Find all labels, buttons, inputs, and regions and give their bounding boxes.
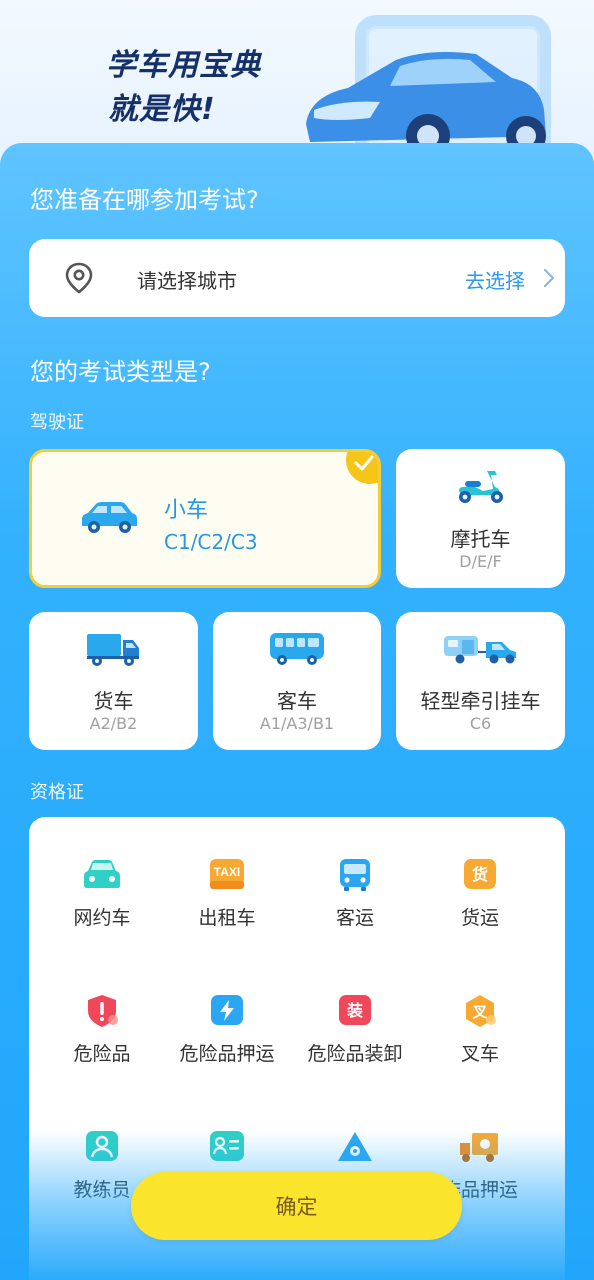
city-placeholder: 请选择城市 xyxy=(137,269,237,293)
location-pin-icon xyxy=(65,262,93,294)
qual-item-hazardous[interactable]: 危险品 xyxy=(35,993,169,1066)
coach-icon xyxy=(86,1131,118,1161)
passenger-bus-icon xyxy=(340,859,370,891)
qual-item-id-card[interactable] xyxy=(160,1129,294,1175)
section-label-qualification: 资格证 xyxy=(30,782,84,803)
qual-label: 危险品装卸 xyxy=(307,1043,403,1065)
qual-label: 货运 xyxy=(460,907,499,929)
banner-line-2: 就是快! xyxy=(108,92,216,127)
license-name: 客车 xyxy=(277,689,317,713)
qual-item-explosive[interactable] xyxy=(288,1129,422,1175)
license-name: 轻型牵引挂车 xyxy=(420,689,541,713)
license-card-truck[interactable]: 货车 A2/B2 xyxy=(29,612,198,750)
license-code: D/E/F xyxy=(459,552,502,571)
license-name: 小车 xyxy=(164,498,209,523)
license-card-car[interactable]: 小车 C1/C2/C3 xyxy=(29,449,381,588)
chevron-right-icon xyxy=(543,268,555,288)
trailer-icon xyxy=(444,636,516,664)
ride-hailing-icon xyxy=(84,860,120,888)
qual-label: 出租车 xyxy=(198,907,256,929)
svg-text:叉: 叉 xyxy=(471,1003,488,1021)
hazard-icon xyxy=(88,995,118,1027)
forklift-icon: 叉 xyxy=(466,995,496,1027)
qual-label: 危险品 xyxy=(73,1043,131,1065)
qual-item-freight[interactable]: 货 货运 xyxy=(413,857,547,930)
svg-text:TAXI: TAXI xyxy=(214,865,240,879)
city-question: 您准备在哪参加考试? xyxy=(30,186,259,214)
bus-icon xyxy=(270,633,324,665)
qual-item-hazardous-escort[interactable]: 危险品押运 xyxy=(160,993,294,1066)
qual-label: 网约车 xyxy=(73,907,131,929)
freight-icon: 货 xyxy=(464,859,496,889)
qual-item-forklift[interactable]: 叉 叉车 xyxy=(413,993,547,1066)
motorcycle-icon xyxy=(459,471,503,503)
license-code: C6 xyxy=(469,714,492,733)
qual-item-hazardous-loading[interactable]: 装 危险品装卸 xyxy=(288,993,422,1066)
qual-label: 叉车 xyxy=(460,1043,499,1065)
check-icon xyxy=(354,455,374,471)
license-name: 货车 xyxy=(93,689,134,713)
id-card-icon xyxy=(210,1131,244,1161)
exam-type-question: 您的考试类型是? xyxy=(30,358,211,386)
qual-item-ride-hailing[interactable]: 网约车 xyxy=(35,857,169,930)
qual-item-passenger-transport[interactable]: 客运 xyxy=(288,857,422,930)
confirm-button[interactable]: 确定 xyxy=(131,1172,462,1240)
qual-label: 危险品押运 xyxy=(179,1043,275,1065)
svg-text:货: 货 xyxy=(472,865,488,884)
hazard-escort-icon xyxy=(211,995,243,1025)
qual-label: 客运 xyxy=(335,907,374,929)
explosive-truck-icon xyxy=(460,1133,498,1162)
license-code: C1/C2/C3 xyxy=(164,530,258,554)
license-card-motorcycle[interactable]: 摩托车 D/E/F xyxy=(396,449,565,588)
banner-slogan: 学车用宝典 就是快! xyxy=(106,44,261,132)
taxi-icon: TAXI xyxy=(210,859,244,889)
banner-car-illustration xyxy=(306,15,551,164)
license-code: A1/A3/B1 xyxy=(259,714,335,733)
license-card-trailer[interactable]: 轻型牵引挂车 C6 xyxy=(396,612,565,750)
hazard-loading-icon: 装 xyxy=(339,995,371,1025)
car-icon xyxy=(82,502,137,533)
qual-item-taxi[interactable]: TAXI 出租车 xyxy=(160,857,294,930)
choose-city-link[interactable]: 去选择 xyxy=(465,265,525,294)
truck-icon xyxy=(87,634,139,666)
svg-text:装: 装 xyxy=(346,1001,363,1020)
city-selector[interactable]: 请选择城市 去选择 xyxy=(29,239,565,317)
license-card-bus[interactable]: 客车 A1/A3/B1 xyxy=(213,612,381,750)
license-name: 摩托车 xyxy=(450,527,511,551)
license-code: A2/B2 xyxy=(89,714,138,733)
explosive-icon xyxy=(338,1132,372,1161)
section-label-license: 驾驶证 xyxy=(30,412,84,433)
banner-line-1: 学车用宝典 xyxy=(106,48,261,83)
